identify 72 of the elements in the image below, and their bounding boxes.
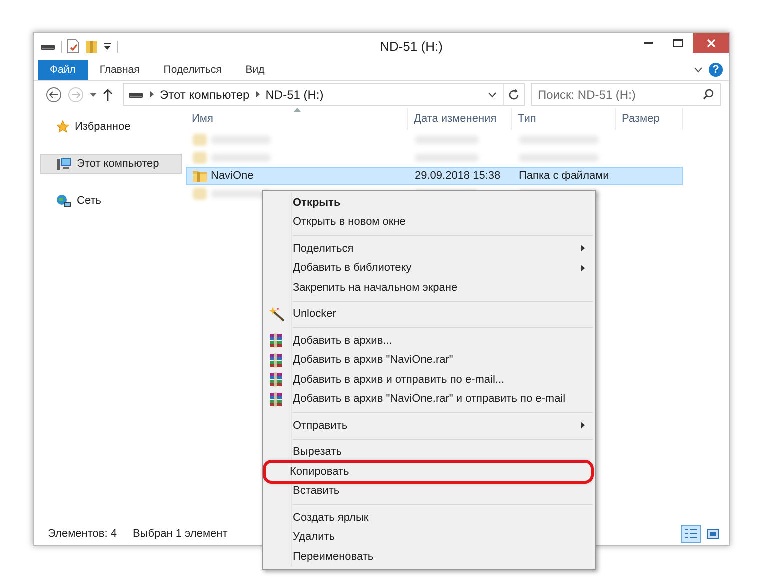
column-header[interactable]: Дата изменения xyxy=(408,108,512,130)
menu-item[interactable]: Добавить в архив "NaviOne.rar" и отправить по e-mail xyxy=(263,390,595,409)
menu-item[interactable]: Добавить в архив и отправить по e-mail... xyxy=(263,370,595,390)
menu-item[interactable]: Открыть xyxy=(263,193,595,212)
menu-item[interactable]: Копировать xyxy=(265,462,592,482)
file-type: Папка с файлами xyxy=(519,170,610,182)
magic-wand-icon xyxy=(269,306,285,322)
breadcrumb[interactable]: Этот компьютер xyxy=(160,88,250,102)
sidebar-item[interactable]: Этот компьютер xyxy=(40,154,182,174)
folder-icon[interactable] xyxy=(85,39,98,54)
chevron-down-icon[interactable] xyxy=(488,92,497,98)
books-stack-icon xyxy=(269,392,284,406)
menu-item[interactable]: Создать ярлык xyxy=(263,508,595,528)
minimize-icon xyxy=(644,42,652,44)
menu-item[interactable]: Отправить xyxy=(263,416,595,436)
books-stack-icon xyxy=(269,372,284,387)
help-button[interactable]: ? xyxy=(709,63,723,77)
window-title: ND-51 (H:) xyxy=(379,39,444,54)
search-icon xyxy=(703,89,714,100)
menu-item[interactable]: Добавить в библиотеку xyxy=(263,258,595,278)
chevron-right-icon[interactable] xyxy=(150,91,154,98)
file-name: NaviOne xyxy=(211,170,254,182)
file-row[interactable]: NaviOne 29.09.2018 15:38 Папка с файлами xyxy=(186,167,683,185)
search-field[interactable]: Поиск: ND-51 (H:) xyxy=(531,83,721,106)
address-bar[interactable]: Этот компьютер ND-51 (H:) xyxy=(123,83,525,106)
menu-item[interactable]: Удалить xyxy=(263,528,595,547)
menu-item[interactable]: Вставить xyxy=(263,482,595,501)
folder-icon xyxy=(193,170,207,182)
menu-item[interactable]: Поделиться xyxy=(263,239,595,258)
back-icon[interactable] xyxy=(46,86,62,102)
item-count: Элементов: 4 xyxy=(48,528,117,540)
column-header[interactable]: Размер xyxy=(616,108,683,130)
file-date: 29.09.2018 15:38 xyxy=(415,170,501,182)
books-stack-icon xyxy=(269,352,284,368)
selection-count: Выбран 1 элемент xyxy=(132,528,228,540)
details-view-icon xyxy=(685,528,697,540)
refresh-icon[interactable] xyxy=(508,88,520,100)
menu-item[interactable]: Добавить в архив "NaviOne.rar" xyxy=(263,350,595,370)
submenu-arrow-icon xyxy=(581,264,585,272)
dropdown-icon[interactable] xyxy=(90,92,97,96)
sort-ascending-icon xyxy=(294,108,301,112)
computer-icon xyxy=(56,157,72,171)
column-header[interactable]: Имя xyxy=(186,108,408,130)
menu-item[interactable]: Открыть в новом окне xyxy=(263,212,595,232)
sidebar-item[interactable]: Сеть xyxy=(34,192,182,210)
submenu-arrow-icon xyxy=(581,422,585,429)
books-stack-icon xyxy=(269,333,284,348)
up-arrow-icon[interactable] xyxy=(103,88,113,100)
document-check-icon[interactable] xyxy=(67,39,80,54)
dropdown-icon[interactable] xyxy=(103,42,112,51)
view-button[interactable] xyxy=(681,525,701,543)
maximize-icon xyxy=(673,39,683,47)
ribbon-tab[interactable]: Главная xyxy=(88,60,152,80)
close-icon xyxy=(706,38,716,48)
star-icon xyxy=(56,120,70,134)
menu-item[interactable]: Добавить в архив... xyxy=(263,331,595,350)
breadcrumb[interactable]: ND-51 (H:) xyxy=(266,88,324,102)
menu-item[interactable]: Вырезать xyxy=(263,442,595,462)
chevron-down-icon[interactable] xyxy=(694,67,703,73)
menu-item[interactable]: Переименовать xyxy=(263,547,595,566)
ribbon-tab[interactable]: Поделиться xyxy=(152,60,234,80)
close-button[interactable] xyxy=(693,33,729,53)
menu-item[interactable]: Закрепить на начальном экране xyxy=(263,278,595,298)
large-icons-view-icon xyxy=(707,529,719,539)
network-icon xyxy=(56,194,72,208)
column-header[interactable]: Тип xyxy=(512,108,616,130)
menu-item[interactable]: Unlocker xyxy=(263,304,595,324)
ribbon-tab[interactable]: Файл xyxy=(38,60,88,80)
ribbon-tab[interactable]: Вид xyxy=(234,60,277,80)
chevron-right-icon[interactable] xyxy=(256,91,260,98)
submenu-arrow-icon xyxy=(581,245,585,252)
sidebar-item[interactable]: Избранное xyxy=(34,118,182,136)
